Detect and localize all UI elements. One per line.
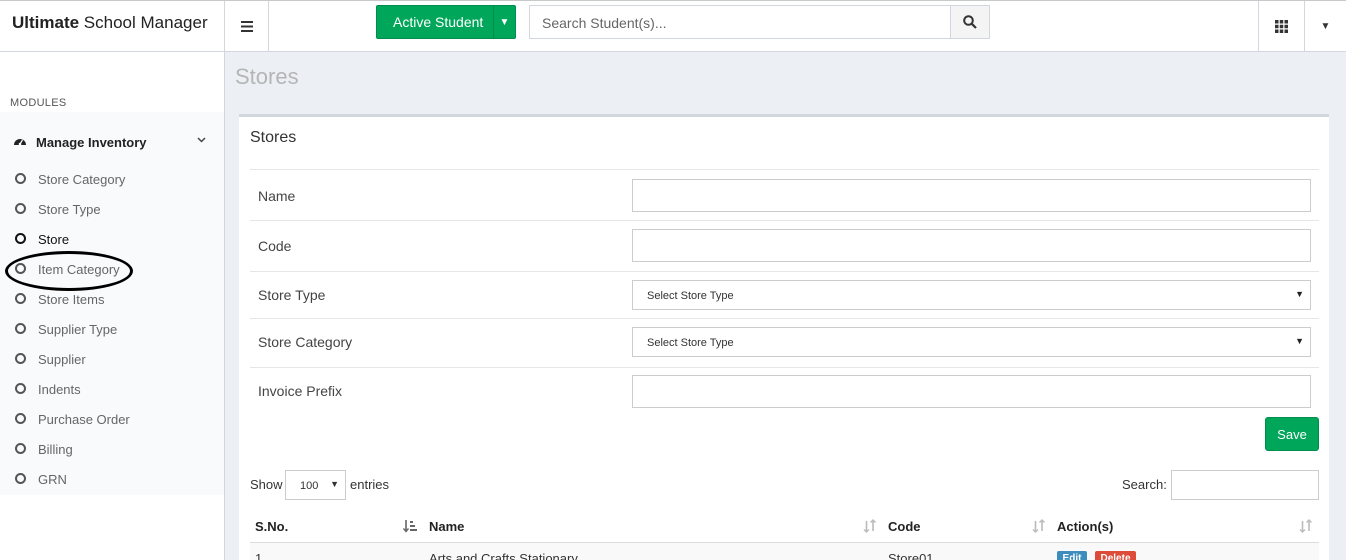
top-navbar: Ultimate School Manager Active Student ▼…	[0, 0, 1356, 52]
form-row-store-type: Store Type Select Store Type ▼	[250, 271, 1319, 318]
column-header-actions[interactable]: Action(s)	[1057, 519, 1113, 541]
page-scrollbar[interactable]	[1346, 0, 1356, 560]
name-label: Name	[258, 188, 296, 204]
store-type-select[interactable]: Select Store Type ▼	[632, 280, 1311, 310]
sidebar-group-label: Manage Inventory	[36, 135, 147, 150]
sort-ascending-icon[interactable]	[402, 519, 417, 536]
sidebar-item-indents[interactable]: Indents	[0, 379, 224, 401]
sidebar-item-store-type[interactable]: Store Type	[0, 199, 224, 221]
table-row	[250, 543, 1319, 560]
cell-sno: 1	[255, 551, 263, 560]
sidebar-item-store[interactable]: Store	[0, 229, 224, 251]
caret-down-icon: ▼	[1295, 289, 1304, 299]
circle-icon	[15, 173, 26, 184]
sidebar-item-store-items[interactable]: Store Items	[0, 289, 224, 311]
circle-icon	[15, 293, 26, 304]
circle-icon	[15, 323, 26, 334]
apps-grid-button[interactable]	[1258, 1, 1304, 52]
sidebar-item-label: Store Type	[38, 202, 101, 217]
circle-icon	[15, 233, 26, 244]
sidebar-item-label: Store	[38, 232, 70, 247]
sidebar-item-supplier-type[interactable]: Supplier Type	[0, 319, 224, 341]
sidebar-toggle-button[interactable]	[225, 1, 269, 52]
panel-title: Stores	[250, 129, 297, 146]
show-label: Show	[250, 477, 283, 492]
search-button[interactable]	[950, 5, 990, 39]
sidebar-item-grn[interactable]: GRN	[0, 469, 224, 491]
invoice-prefix-input[interactable]	[632, 375, 1311, 408]
form-row-store-category: Store Category Select Store Type ▼	[250, 318, 1319, 367]
circle-icon	[15, 443, 26, 454]
form-row-name: Name	[250, 169, 1319, 220]
form-row-invoice-prefix: Invoice Prefix	[250, 367, 1319, 409]
sidebar-item-purchase-order[interactable]: Purchase Order	[0, 409, 224, 431]
column-header-code[interactable]: Code	[888, 519, 921, 541]
caret-down-icon: ▼	[1320, 21, 1331, 32]
caret-down-icon[interactable]: ▼	[493, 6, 515, 38]
brand-name-bold: Ultimate	[12, 13, 80, 32]
sidebar-group-manage-inventory[interactable]: Manage Inventory	[0, 130, 224, 156]
grid-icon	[1275, 20, 1288, 33]
circle-icon	[15, 413, 26, 424]
table-search-input[interactable]	[1171, 470, 1319, 500]
table-search-label: Search:	[1122, 477, 1167, 492]
dashboard-icon	[13, 135, 27, 150]
sort-icon[interactable]	[1299, 519, 1313, 536]
code-input[interactable]	[632, 229, 1311, 262]
entries-label: entries	[350, 477, 390, 492]
student-search-input[interactable]: Search Student(s)...	[529, 5, 951, 39]
sidebar-item-store-category[interactable]: Store Category	[0, 169, 224, 191]
entries-per-page-select[interactable]: 100 ▼	[285, 470, 346, 500]
circle-icon	[15, 473, 26, 484]
user-menu-button[interactable]: ▼	[1304, 1, 1346, 52]
sidebar-item-billing[interactable]: Billing	[0, 439, 224, 461]
store-category-label: Store Category	[258, 334, 353, 350]
caret-down-icon: ▼	[1295, 336, 1304, 346]
sidebar-item-label: Supplier Type	[38, 322, 118, 337]
app-brand[interactable]: Ultimate School Manager	[0, 1, 225, 52]
sort-icon[interactable]	[863, 519, 877, 536]
invoice-prefix-label: Invoice Prefix	[258, 383, 343, 399]
stores-form-panel: Stores Name Code Store Type Select Store…	[239, 114, 1329, 560]
caret-down-icon: ▼	[330, 479, 339, 489]
sidebar-item-label: Purchase Order	[38, 412, 130, 427]
save-button[interactable]: Save	[1265, 417, 1319, 451]
circle-icon	[15, 383, 26, 394]
column-header-sno[interactable]: S.No.	[255, 519, 288, 541]
sidebar-item-label: Billing	[38, 442, 73, 457]
sort-icon[interactable]	[1032, 519, 1046, 536]
column-header-name[interactable]: Name	[429, 519, 464, 541]
sidebar-section-label: MODULES	[10, 97, 67, 109]
store-type-selected: Select Store Type	[647, 290, 734, 302]
cell-code: Store01	[888, 551, 934, 560]
store-category-selected: Select Store Type	[647, 337, 734, 349]
store-category-select[interactable]: Select Store Type ▼	[632, 327, 1311, 357]
sidebar-item-label: Indents	[38, 382, 81, 397]
sidebar-item-label: Supplier	[38, 352, 86, 367]
brand-name-rest: School Manager	[79, 13, 208, 32]
sidebar: MODULES Manage Inventory Store Category …	[0, 52, 225, 560]
circle-icon	[15, 353, 26, 364]
hamburger-icon	[240, 21, 253, 32]
sidebar-item-label: Store Category	[38, 172, 126, 187]
sidebar-item-label: Store Items	[38, 292, 105, 307]
page-title: Stores	[235, 64, 299, 89]
code-label: Code	[258, 238, 292, 254]
search-icon	[963, 15, 977, 29]
entries-per-page-value: 100	[300, 480, 319, 492]
sidebar-item-supplier[interactable]: Supplier	[0, 349, 224, 371]
chevron-down-icon	[197, 134, 206, 146]
form-row-code: Code	[250, 220, 1319, 271]
store-type-label: Store Type	[258, 287, 326, 303]
name-input[interactable]	[632, 179, 1311, 212]
active-student-button[interactable]: Active Student ▼	[376, 5, 516, 39]
cell-name: Arts and Crafts Stationary	[429, 551, 578, 560]
delete-button[interactable]: Delete	[1095, 551, 1136, 560]
edit-button[interactable]: Edit	[1057, 551, 1087, 560]
active-student-label: Active Student	[393, 14, 484, 30]
sidebar-item-label: GRN	[38, 472, 67, 487]
highlight-annotation-ellipse	[5, 251, 133, 291]
circle-icon	[15, 203, 26, 214]
